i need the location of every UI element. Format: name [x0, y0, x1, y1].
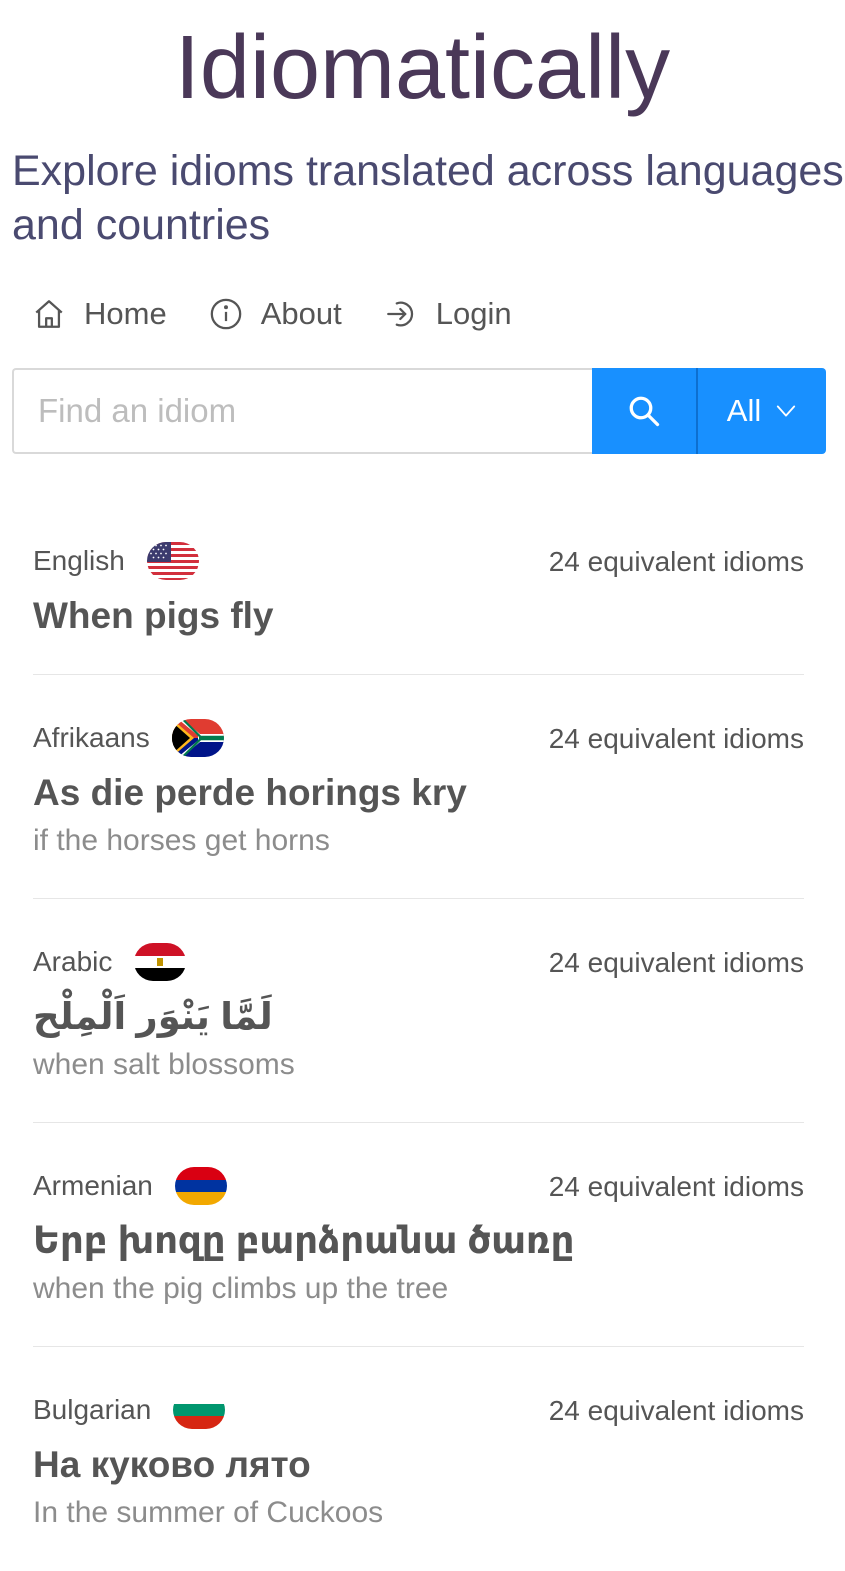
- idiom-text[interactable]: لَمَّا يَنْوَر اَلْمِلْح: [33, 995, 804, 1039]
- language-label: Afrikaans: [33, 722, 150, 753]
- site-title: Idiomatically: [174, 18, 671, 118]
- language-label: Bulgarian: [33, 1394, 152, 1425]
- literal-translation: when the pig climbs up the tree: [33, 1272, 449, 1305]
- search-icon: [629, 396, 660, 427]
- list-item[interactable]: Arabic 24 equivalent idioms لَمَّا يَنْو…: [33, 899, 804, 1123]
- idiom-text[interactable]: Երբ խոզը բարձրանա ծառը: [33, 1219, 804, 1263]
- egypt-flag-icon: [134, 943, 187, 981]
- language-label: English: [33, 545, 125, 576]
- list-item[interactable]: Armenian 24 equivalent idioms Երբ խոզը բ…: [33, 1123, 804, 1347]
- home-icon: [35, 300, 63, 328]
- literal-translation: if the horses get horns: [33, 824, 330, 857]
- idiom-list: English 24 equivalent idioms When pigs f…: [33, 520, 804, 1571]
- main-nav: Home About Login: [32, 296, 554, 332]
- info-icon: [210, 298, 242, 330]
- equivalent-count: 24 equivalent idioms: [548, 1171, 804, 1202]
- chevron-down-icon: [777, 405, 796, 417]
- idiom-text[interactable]: As die perde horings kry: [33, 771, 804, 815]
- nav-item-home[interactable]: Home: [32, 296, 167, 332]
- south-africa-flag-icon: [171, 719, 224, 757]
- equivalent-count: 24 equivalent idioms: [548, 546, 804, 577]
- nav-about-label: About: [260, 296, 342, 331]
- nav-home-label: Home: [84, 296, 167, 331]
- search-button[interactable]: [592, 368, 698, 454]
- us-flag-icon: [146, 542, 199, 580]
- language-filter-select[interactable]: All: [698, 368, 826, 454]
- language-filter-value: All: [726, 393, 762, 428]
- list-item[interactable]: English 24 equivalent idioms When pigs f…: [33, 520, 804, 675]
- idiom-text[interactable]: When pigs fly: [33, 594, 804, 638]
- bulgaria-flag-icon: [173, 1391, 226, 1429]
- nav-item-about[interactable]: About: [209, 296, 342, 332]
- nav-item-login[interactable]: Login: [384, 296, 512, 332]
- list-item[interactable]: Afrikaans 24 equivalent idioms As die pe…: [33, 675, 804, 899]
- language-label: Arabic: [33, 946, 113, 977]
- literal-translation: In the summer of Cuckoos: [33, 1496, 384, 1529]
- language-label: Armenian: [33, 1170, 153, 1201]
- armenia-flag-icon: [174, 1167, 227, 1205]
- equivalent-count: 24 equivalent idioms: [548, 947, 804, 978]
- nav-login-label: Login: [435, 296, 512, 331]
- search-bar: All: [12, 368, 826, 454]
- literal-translation: when salt blossoms: [33, 1048, 295, 1081]
- list-item[interactable]: Bulgarian 24 equivalent idioms На куково…: [33, 1347, 804, 1571]
- idiom-text[interactable]: На куково лято: [33, 1443, 804, 1487]
- login-icon: [386, 301, 413, 327]
- equivalent-count: 24 equivalent idioms: [548, 1395, 804, 1426]
- site-tagline: Explore idioms translated across languag…: [12, 147, 844, 249]
- equivalent-count: 24 equivalent idioms: [548, 723, 804, 754]
- search-input[interactable]: [12, 368, 592, 454]
